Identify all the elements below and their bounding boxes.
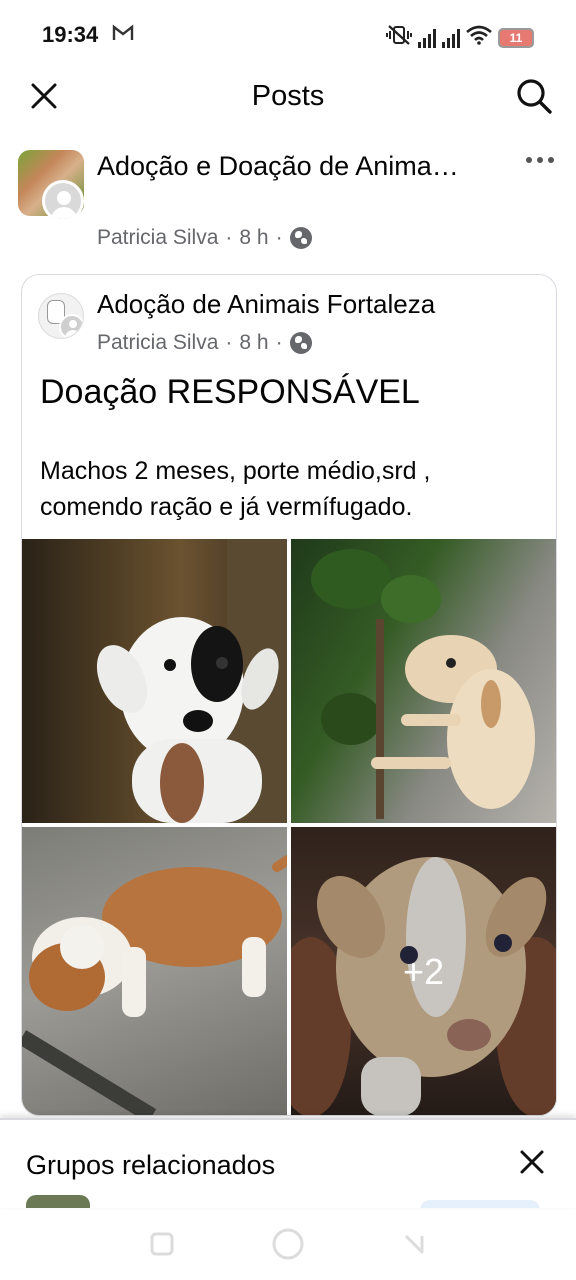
author-name[interactable]: Patricia Silva bbox=[97, 226, 218, 250]
more-photos-overlay[interactable]: +2 bbox=[291, 827, 556, 1115]
more-dot bbox=[526, 157, 532, 163]
page: 19:34 11 Posts Adoção e Doação de Anima…… bbox=[0, 0, 576, 1280]
post-body: Machos 2 meses, porte médio,srd , comend… bbox=[40, 457, 431, 521]
close-icon bbox=[519, 1149, 545, 1180]
author-name[interactable]: Patricia Silva bbox=[97, 331, 218, 355]
post-time[interactable]: 8 h bbox=[239, 226, 268, 250]
meta-separator: · bbox=[275, 331, 283, 354]
group-name-link[interactable]: Adoção e Doação de Anima… bbox=[97, 146, 487, 186]
system-nav-bar bbox=[0, 1210, 576, 1280]
meta-separator: · bbox=[225, 331, 233, 354]
join-group-button[interactable] bbox=[420, 1200, 540, 1208]
battery-icon: 11 bbox=[498, 27, 534, 48]
signal-icon bbox=[418, 28, 436, 48]
close-related-button[interactable] bbox=[514, 1146, 550, 1182]
more-photos-count: +2 bbox=[402, 950, 445, 992]
battery-level: 11 bbox=[509, 30, 523, 45]
related-groups-panel: Grupos relacionados bbox=[0, 1118, 576, 1208]
photo-grid: +2 bbox=[22, 539, 556, 1115]
shared-group-avatar[interactable] bbox=[38, 293, 84, 339]
post-meta: Patricia Silva · 8 h · bbox=[97, 226, 312, 250]
puppy-cream-standing-photo[interactable] bbox=[291, 539, 556, 823]
top-bar: Posts bbox=[0, 72, 576, 124]
status-bar: 19:34 11 bbox=[0, 0, 576, 72]
gmail-m-icon bbox=[112, 24, 134, 47]
user-avatar bbox=[59, 314, 83, 338]
recent-apps-button[interactable] bbox=[142, 1226, 182, 1266]
search-icon bbox=[515, 77, 553, 120]
person-icon-head bbox=[57, 191, 71, 205]
puppy-brown-white-photo[interactable] bbox=[22, 827, 287, 1115]
group-header: Adoção e Doação de Anima… Patricia Silva… bbox=[18, 140, 558, 260]
wifi-icon bbox=[466, 25, 492, 50]
related-groups-title: Grupos relacionados bbox=[26, 1150, 276, 1180]
related-group-thumbnail[interactable] bbox=[26, 1195, 90, 1208]
post-title: Doação RESPONSÁVEL bbox=[40, 373, 420, 411]
more-dot bbox=[537, 157, 543, 163]
page-title: Posts bbox=[251, 80, 325, 112]
person-icon-body bbox=[51, 207, 77, 219]
puppy-white-black-eye-photo[interactable] bbox=[22, 539, 287, 823]
home-button[interactable] bbox=[268, 1226, 308, 1266]
mute-vibrate-icon bbox=[386, 24, 412, 51]
post-time[interactable]: 8 h bbox=[239, 331, 268, 355]
group-avatar[interactable] bbox=[18, 150, 84, 222]
shared-group-name[interactable]: Adoção de Animais Fortaleza bbox=[97, 289, 435, 320]
home-icon bbox=[271, 1227, 305, 1266]
globe-icon bbox=[289, 227, 312, 249]
shared-post-card[interactable]: Adoção de Animais Fortaleza Patricia Sil… bbox=[21, 274, 557, 1116]
status-time: 19:34 bbox=[42, 22, 99, 47]
back-icon bbox=[400, 1230, 428, 1263]
meta-separator: · bbox=[225, 226, 233, 249]
meta-separator: · bbox=[275, 226, 283, 249]
person-icon-head bbox=[69, 320, 77, 328]
person-icon-body bbox=[65, 330, 81, 338]
search-button[interactable] bbox=[508, 72, 560, 124]
more-dot bbox=[548, 157, 554, 163]
shared-post-meta: Patricia Silva · 8 h · bbox=[97, 331, 312, 355]
more-options-button[interactable] bbox=[522, 148, 558, 172]
user-avatar bbox=[42, 180, 84, 222]
puppy-cream-closeup-photo[interactable]: +2 bbox=[291, 827, 556, 1115]
globe-icon bbox=[289, 332, 312, 354]
signal-icon bbox=[442, 28, 460, 48]
back-button[interactable] bbox=[394, 1226, 434, 1266]
recent-apps-icon bbox=[148, 1230, 176, 1263]
status-icons: 11 bbox=[386, 24, 534, 51]
